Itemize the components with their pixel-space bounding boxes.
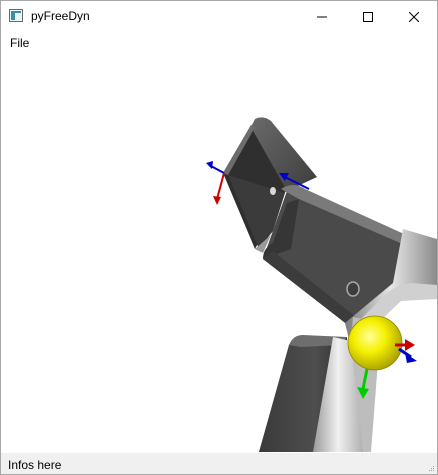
maximize-button[interactable] <box>345 1 391 32</box>
app-icon <box>9 9 23 22</box>
scene-canvas[interactable] <box>1 53 437 452</box>
joint-sphere[interactable] <box>347 315 403 371</box>
close-icon <box>409 11 419 22</box>
menu-bar: File <box>1 32 437 54</box>
minimize-icon <box>317 16 327 17</box>
maximize-icon <box>363 11 373 22</box>
menu-file[interactable]: File <box>10 36 29 50</box>
minimize-button[interactable] <box>299 1 345 32</box>
middle-link <box>263 185 437 339</box>
status-text: Infos here <box>8 458 62 472</box>
close-button[interactable] <box>391 1 437 32</box>
size-grip-icon[interactable] <box>427 464 435 472</box>
window-title: pyFreeDyn <box>31 9 90 23</box>
status-bar: Infos here <box>1 453 437 474</box>
3d-viewport[interactable] <box>1 53 437 452</box>
main-window: pyFreeDyn File Infos here <box>0 0 438 475</box>
title-bar[interactable]: pyFreeDyn <box>1 1 437 32</box>
